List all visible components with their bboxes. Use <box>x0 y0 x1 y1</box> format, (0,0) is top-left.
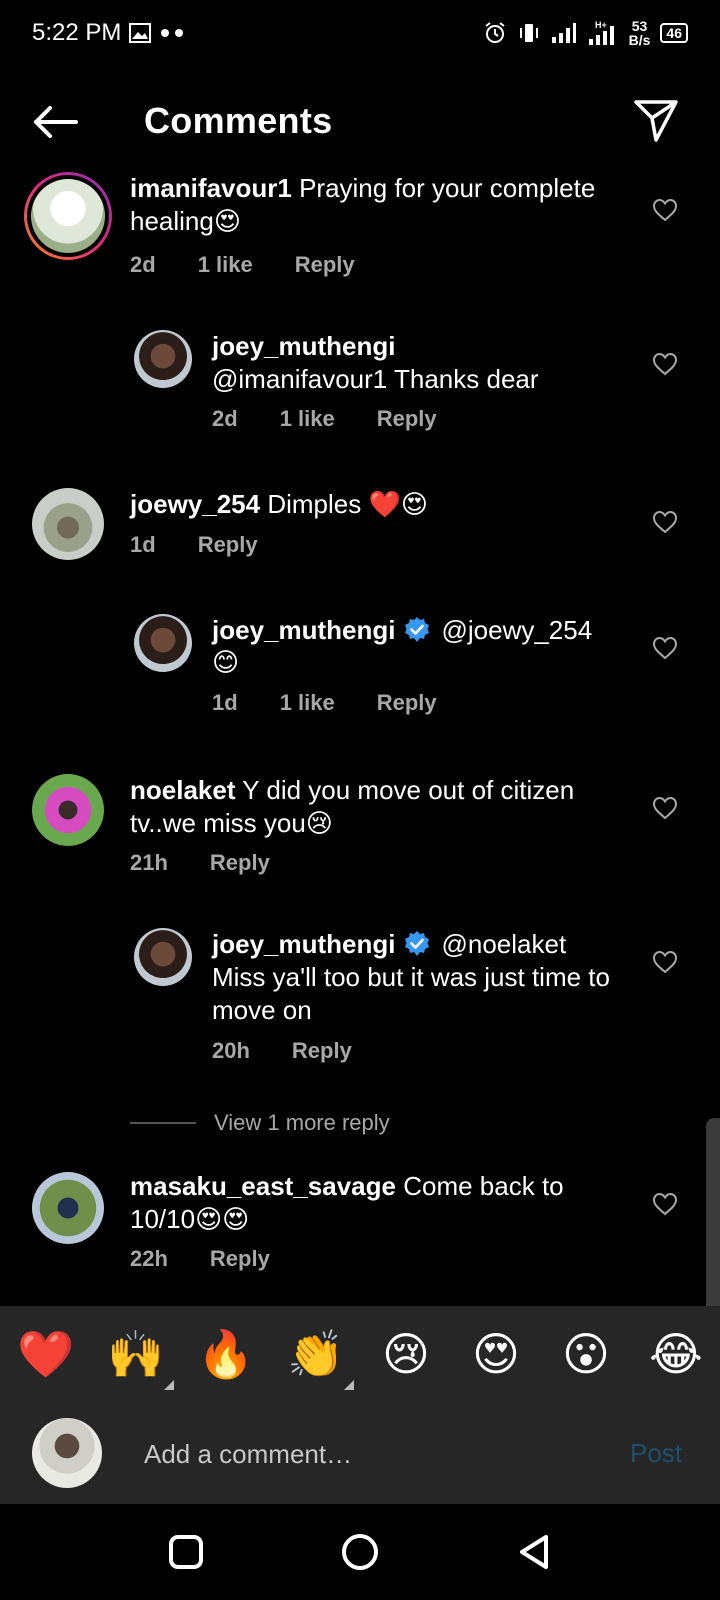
avatar[interactable] <box>32 1172 104 1244</box>
header: Comments <box>0 82 720 162</box>
alarm-icon <box>483 21 507 45</box>
gallery-notification-icon <box>129 23 152 43</box>
heart-icon[interactable] <box>652 510 678 534</box>
comment-username[interactable]: joey_muthengi <box>212 615 395 645</box>
avatar-story-ring[interactable] <box>24 172 112 260</box>
comment-time: 1d <box>212 690 238 715</box>
comment-username[interactable]: joey_muthengi <box>212 330 632 363</box>
back-button[interactable] <box>30 102 80 142</box>
comment-text: @imanifavour1 Thanks dear <box>212 364 539 394</box>
reaction-heart-icon[interactable]: ❤️ <box>16 1324 76 1384</box>
heart-icon[interactable] <box>652 1192 678 1216</box>
reaction-clapping-hands-icon[interactable]: 👏 <box>286 1324 354 1390</box>
reaction-crying-face-icon[interactable]: 😢 <box>376 1324 436 1384</box>
reply-button[interactable]: Reply <box>198 532 258 558</box>
view-more-replies[interactable]: View 1 more reply <box>130 1110 390 1136</box>
comment-text: Miss ya'll too but it was just time to m… <box>212 962 610 1025</box>
more-notifications-icon <box>159 28 185 38</box>
heart-icon[interactable] <box>652 198 678 222</box>
comment-time: 2d <box>212 406 238 431</box>
comment-time: 21h <box>130 850 168 875</box>
heart-icon[interactable] <box>652 950 678 974</box>
comment-text: 😊 <box>212 648 240 678</box>
heart-icon[interactable] <box>652 636 678 660</box>
comment-input[interactable] <box>144 1434 584 1474</box>
divider <box>130 1122 196 1124</box>
avatar[interactable] <box>134 330 192 388</box>
status-time: 5:22 PM <box>32 19 122 46</box>
network-signal-icon: H+ <box>587 20 619 46</box>
avatar <box>32 1418 102 1488</box>
reply-button[interactable]: Reply <box>377 406 437 432</box>
heart-icon[interactable] <box>652 352 678 376</box>
page-title: Comments <box>144 100 333 141</box>
comment-likes[interactable]: 1 like <box>198 252 253 278</box>
skin-tone-indicator <box>344 1380 354 1390</box>
comment-likes[interactable]: 1 like <box>280 690 335 716</box>
comment-time: 22h <box>130 1246 168 1271</box>
reaction-surprised-face-icon[interactable]: 😮 <box>556 1324 616 1384</box>
svg-text:H+: H+ <box>595 20 607 30</box>
avatar[interactable] <box>134 928 192 986</box>
back-triangle-icon[interactable] <box>514 1532 554 1572</box>
comment-username[interactable]: joey_muthengi <box>212 929 395 959</box>
share-button[interactable] <box>632 96 680 144</box>
comment-mention[interactable]: @noelaket <box>441 929 566 959</box>
comment-composer: Post <box>0 1402 720 1504</box>
system-nav-bar <box>0 1504 720 1600</box>
comment-username[interactable]: imanifavour1 <box>130 173 292 203</box>
recent-apps-icon[interactable] <box>166 1532 206 1572</box>
reaction-fire-icon[interactable]: 🔥 <box>196 1324 256 1384</box>
reaction-raising-hands-icon[interactable]: 🙌 <box>106 1324 174 1390</box>
reply-button[interactable]: Reply <box>295 252 355 278</box>
verified-badge-icon <box>405 931 430 956</box>
avatar[interactable] <box>134 614 192 672</box>
home-icon[interactable] <box>340 1532 380 1572</box>
reply-button[interactable]: Reply <box>377 690 437 716</box>
vibrate-icon <box>517 22 541 44</box>
battery-indicator: 46 <box>660 23 688 43</box>
avatar[interactable] <box>32 774 104 846</box>
skin-tone-indicator <box>164 1380 174 1390</box>
reply-button[interactable]: Reply <box>210 1246 270 1272</box>
reaction-heart-eyes-icon[interactable]: 😍 <box>466 1324 526 1384</box>
signal-icon <box>551 22 577 44</box>
comment-time: 2d <box>130 252 156 277</box>
status-bar: 5:22 PM H+ 53 B/s 46 <box>0 0 720 66</box>
verified-badge-icon <box>405 617 430 642</box>
comment-time: 20h <box>212 1038 250 1063</box>
avatar <box>31 179 105 253</box>
scrollbar[interactable] <box>706 1118 720 1328</box>
reaction-tears-of-joy-icon[interactable]: 😂 <box>646 1324 706 1384</box>
avatar[interactable] <box>32 488 104 560</box>
reply-button[interactable]: Reply <box>210 850 270 876</box>
network-speed: 53 B/s <box>628 18 651 48</box>
comment-text: Dimples ❤️😍 <box>267 489 428 519</box>
arrow-left-icon <box>34 106 78 138</box>
view-more-label: View 1 more reply <box>214 1110 390 1135</box>
comment-time: 1d <box>130 532 156 557</box>
reply-button[interactable]: Reply <box>292 1038 352 1064</box>
comments-list[interactable]: imanifavour1 Praying for your complete h… <box>0 170 720 1306</box>
paper-plane-icon <box>634 100 678 142</box>
comment-username[interactable]: joewy_254 <box>130 489 260 519</box>
comment-mention[interactable]: @joewy_254 <box>441 615 592 645</box>
post-button[interactable]: Post <box>630 1438 682 1469</box>
comment-username[interactable]: masaku_east_savage <box>130 1171 396 1201</box>
comment-likes[interactable]: 1 like <box>280 406 335 432</box>
comment-username[interactable]: noelaket <box>130 775 236 805</box>
quick-reactions-bar: ❤️ 🙌 🔥 👏 😢 😍 😮 😂 <box>0 1306 720 1402</box>
heart-icon[interactable] <box>652 796 678 820</box>
